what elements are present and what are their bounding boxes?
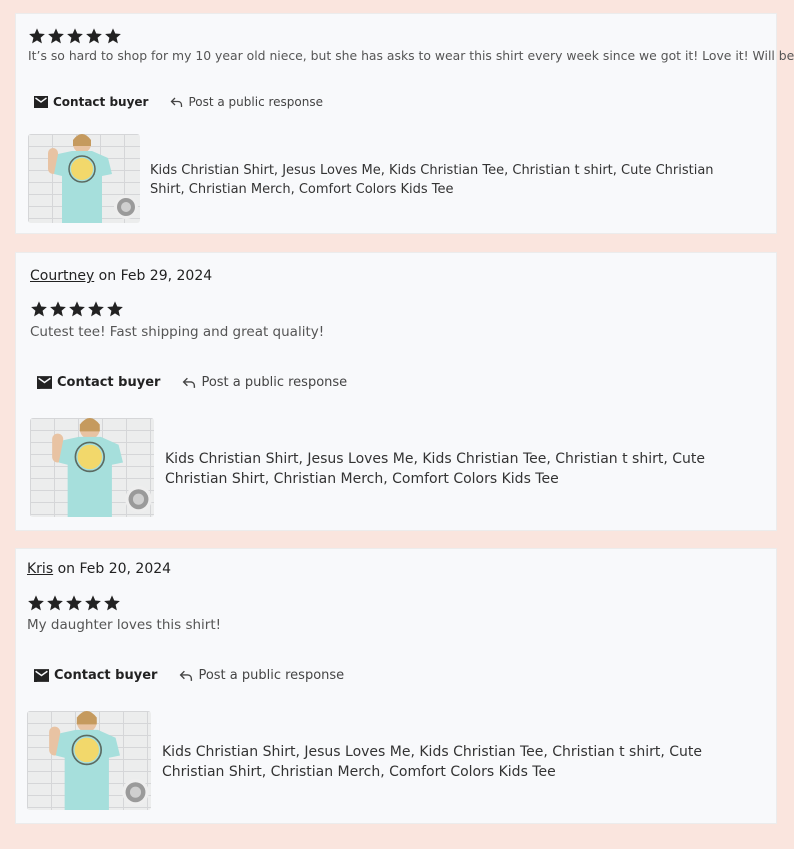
review-text: My daughter loves this shirt! — [27, 617, 222, 633]
review-card: It’s so hard to shop for my 10 year old … — [15, 13, 794, 234]
contact-buyer-label: Contact buyer — [54, 668, 158, 683]
star-icon — [27, 594, 45, 612]
review-actions: Contact buyer Post a public response — [34, 668, 344, 683]
review-byline: Courtney on Feb 29, 2024 — [30, 268, 212, 284]
star-icon — [87, 300, 105, 318]
post-public-response-button[interactable]: Post a public response — [182, 375, 347, 390]
review-text: It’s so hard to shop for my 10 year old … — [28, 48, 794, 63]
star-icon — [84, 594, 102, 612]
star-rating — [27, 594, 121, 612]
star-icon — [47, 27, 65, 45]
star-rating — [28, 27, 122, 45]
product-title[interactable]: Kids Christian Shirt, Jesus Loves Me, Ki… — [162, 743, 767, 782]
product-thumbnail[interactable] — [27, 711, 151, 810]
contact-buyer-button[interactable]: Contact buyer — [34, 668, 157, 683]
product-thumbnail[interactable] — [28, 134, 140, 223]
contact-buyer-label: Contact buyer — [57, 375, 161, 390]
reply-arrow-icon — [182, 376, 196, 389]
star-icon — [49, 300, 67, 318]
review-date: on Feb 29, 2024 — [94, 268, 213, 284]
product-photo — [48, 134, 138, 223]
envelope-icon — [34, 669, 49, 682]
post-public-response-label: Post a public response — [188, 95, 323, 109]
contact-buyer-button[interactable]: Contact buyer — [34, 95, 148, 109]
star-rating — [30, 300, 124, 318]
envelope-icon — [34, 96, 48, 108]
review-card: Courtney on Feb 29, 2024 Cutest tee! Fas… — [15, 252, 777, 531]
reviewer-name-link[interactable]: Kris — [27, 561, 53, 577]
star-icon — [66, 27, 84, 45]
review-card: Kris on Feb 20, 2024 My daughter loves t… — [15, 548, 777, 824]
product-photo — [49, 711, 149, 810]
star-icon — [103, 594, 121, 612]
post-public-response-button[interactable]: Post a public response — [179, 668, 344, 683]
post-public-response-label: Post a public response — [201, 375, 348, 390]
star-icon — [104, 27, 122, 45]
post-public-response-label: Post a public response — [198, 668, 345, 683]
star-icon — [28, 27, 46, 45]
review-actions: Contact buyer Post a public response — [34, 95, 323, 109]
star-icon — [65, 594, 83, 612]
contact-buyer-label: Contact buyer — [53, 95, 149, 109]
product-title[interactable]: Kids Christian Shirt, Jesus Loves Me, Ki… — [150, 162, 750, 200]
star-icon — [68, 300, 86, 318]
envelope-icon — [37, 376, 52, 389]
reply-arrow-icon — [170, 96, 183, 108]
review-date: on Feb 20, 2024 — [53, 561, 172, 577]
star-icon — [85, 27, 103, 45]
star-icon — [46, 594, 64, 612]
contact-buyer-button[interactable]: Contact buyer — [37, 375, 160, 390]
post-public-response-button[interactable]: Post a public response — [170, 95, 323, 109]
review-byline: Kris on Feb 20, 2024 — [27, 561, 171, 577]
review-text: Cutest tee! Fast shipping and great qual… — [30, 324, 325, 340]
review-actions: Contact buyer Post a public response — [37, 375, 347, 390]
product-title[interactable]: Kids Christian Shirt, Jesus Loves Me, Ki… — [165, 450, 770, 489]
reviewer-name-link[interactable]: Courtney — [30, 268, 94, 284]
product-photo — [52, 418, 152, 517]
star-icon — [106, 300, 124, 318]
reply-arrow-icon — [179, 669, 193, 682]
star-icon — [30, 300, 48, 318]
product-thumbnail[interactable] — [30, 418, 154, 517]
